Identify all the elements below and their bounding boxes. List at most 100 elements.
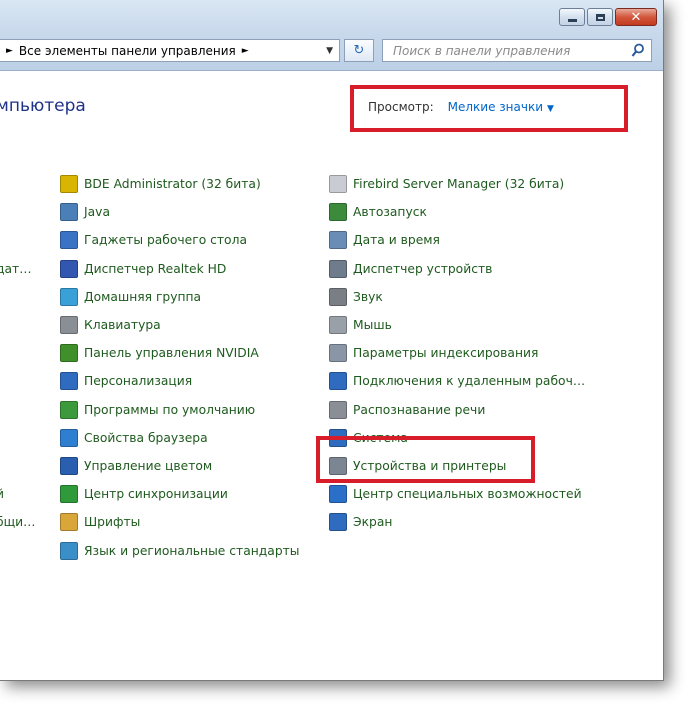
breadcrumb-separator-icon[interactable]: ► [6, 46, 13, 56]
list-item[interactable]: Дата и время [329, 226, 585, 254]
sound-icon [329, 287, 347, 306]
list-item-label[interactable]: Программы по умолчанию [84, 403, 255, 417]
datetime-icon [329, 231, 347, 250]
list-item[interactable]: Экран [329, 508, 585, 536]
list-item-label[interactable]: Домашняя группа [84, 290, 201, 304]
nvidia-icon [60, 344, 78, 363]
list-item-label[interactable]: Автозапуск [353, 205, 427, 219]
personalization-icon [60, 372, 78, 391]
items-column-1: BDE Administrator (32 бита) Java Гаджеты р… [60, 170, 300, 565]
list-item[interactable]: Клавиатура [60, 311, 300, 339]
list-item[interactable]: Панель управления NVIDIA [60, 339, 300, 367]
list-item-label[interactable]: Персонализация [84, 374, 192, 388]
list-item-label[interactable]: Центр специальных возможностей [353, 487, 582, 501]
list-item-label[interactable]: BDE Administrator (32 бита) [84, 177, 261, 191]
partial-column: дат… й бщи… [0, 170, 35, 536]
list-item[interactable]: Диспетчер устройств [329, 255, 585, 283]
list-item[interactable]: Центр синхронизации [60, 480, 300, 508]
list-item-label[interactable]: Панель управления NVIDIA [84, 346, 259, 360]
list-item-label[interactable]: Экран [353, 515, 392, 529]
device-manager-icon [329, 259, 347, 278]
list-item[interactable]: дат… [0, 255, 35, 283]
list-item-label[interactable]: Гаджеты рабочего стола [84, 233, 247, 247]
list-item-label[interactable]: Диспетчер устройств [353, 262, 492, 276]
list-item-label[interactable]: Звук [353, 290, 383, 304]
highlight-view-selector [350, 85, 628, 132]
page-title: мпьютера [0, 96, 86, 116]
firebird-icon [329, 175, 347, 194]
window-frame: ✕ ► Все элементы панели управления ► ▼ ↻ [0, 0, 663, 71]
list-item[interactable]: Java [60, 198, 300, 226]
fonts-icon [60, 513, 78, 532]
address-history-dropdown-icon[interactable]: ▼ [326, 46, 333, 56]
list-item[interactable]: Центр специальных возможностей [329, 480, 585, 508]
list-item-label[interactable]: Дата и время [353, 233, 440, 247]
list-item[interactable]: Диспетчер Realtek HD [60, 255, 300, 283]
homegroup-icon [60, 287, 78, 306]
list-item-label[interactable]: Язык и региональные стандарты [84, 544, 300, 558]
autoplay-icon [329, 203, 347, 222]
list-item[interactable]: Гаджеты рабочего стола [60, 226, 300, 254]
keyboard-icon [60, 316, 78, 335]
list-item-label[interactable]: дат… [0, 262, 32, 276]
list-item-label[interactable]: Шрифты [84, 515, 140, 529]
list-item-label[interactable]: Управление цветом [84, 459, 212, 473]
list-item[interactable]: BDE Administrator (32 бита) [60, 170, 300, 198]
list-item[interactable]: Программы по умолчанию [60, 396, 300, 424]
list-item[interactable]: Подключения к удаленным рабоч… [329, 367, 585, 395]
java-icon [60, 203, 78, 222]
list-item-label[interactable]: Java [84, 205, 110, 219]
search-input[interactable] [391, 42, 630, 59]
list-item[interactable]: Персонализация [60, 367, 300, 395]
close-button[interactable]: ✕ [615, 8, 657, 26]
address-bar[interactable]: ► Все элементы панели управления ► ▼ [0, 39, 340, 62]
color-management-icon [60, 456, 78, 475]
refresh-icon: ↻ [353, 43, 365, 58]
minimize-button[interactable] [559, 8, 585, 26]
list-item-label[interactable]: Диспетчер Realtek HD [84, 262, 226, 276]
list-item[interactable]: Домашняя группа [60, 283, 300, 311]
list-item-label[interactable]: Свойства браузера [84, 431, 208, 445]
list-item-label[interactable]: Мышь [353, 318, 392, 332]
list-item-label[interactable]: й [0, 487, 4, 501]
list-item[interactable]: Автозапуск [329, 198, 585, 226]
realtek-icon [60, 259, 78, 278]
refresh-button[interactable]: ↻ [344, 39, 374, 62]
gadgets-icon [60, 231, 78, 250]
search-box[interactable] [382, 39, 652, 62]
display-icon [329, 513, 347, 532]
breadcrumb-separator-icon[interactable]: ► [242, 46, 249, 56]
indexing-icon [329, 344, 347, 363]
list-item[interactable]: Мышь [329, 311, 585, 339]
list-item-label[interactable]: бщи… [0, 515, 35, 529]
default-programs-icon [60, 400, 78, 419]
list-item[interactable]: Распознавание речи [329, 396, 585, 424]
close-icon: ✕ [630, 9, 642, 25]
list-item-label[interactable]: Центр синхронизации [84, 487, 228, 501]
breadcrumb-all-items[interactable]: Все элементы панели управления [19, 44, 236, 58]
list-item[interactable]: Шрифты [60, 508, 300, 536]
maximize-icon [595, 13, 605, 21]
list-item-label[interactable]: Распознавание речи [353, 403, 485, 417]
list-item[interactable]: Свойства браузера [60, 424, 300, 452]
speech-icon [329, 400, 347, 419]
list-item[interactable]: Управление цветом [60, 452, 300, 480]
list-item[interactable]: бщи… [0, 508, 35, 536]
highlight-devices-and-printers [316, 436, 535, 483]
list-item[interactable]: Firebird Server Manager (32 бита) [329, 170, 585, 198]
list-item[interactable]: Язык и региональные стандарты [60, 536, 300, 564]
accessibility-icon [329, 485, 347, 504]
list-item-label[interactable]: Подключения к удаленным рабоч… [353, 374, 585, 388]
list-item-label[interactable]: Firebird Server Manager (32 бита) [353, 177, 564, 191]
list-item[interactable]: Параметры индексирования [329, 339, 585, 367]
minimize-icon [567, 18, 577, 22]
maximize-button[interactable] [587, 8, 613, 26]
search-icon[interactable] [631, 43, 645, 58]
list-item[interactable]: Звук [329, 283, 585, 311]
list-item-label[interactable]: Параметры индексирования [353, 346, 538, 360]
list-item-label[interactable]: Клавиатура [84, 318, 161, 332]
caption-buttons: ✕ [559, 8, 657, 26]
control-panel-window: ✕ ► Все элементы панели управления ► ▼ ↻… [0, 0, 664, 681]
bde-icon [60, 175, 78, 194]
list-item[interactable]: й [0, 480, 35, 508]
